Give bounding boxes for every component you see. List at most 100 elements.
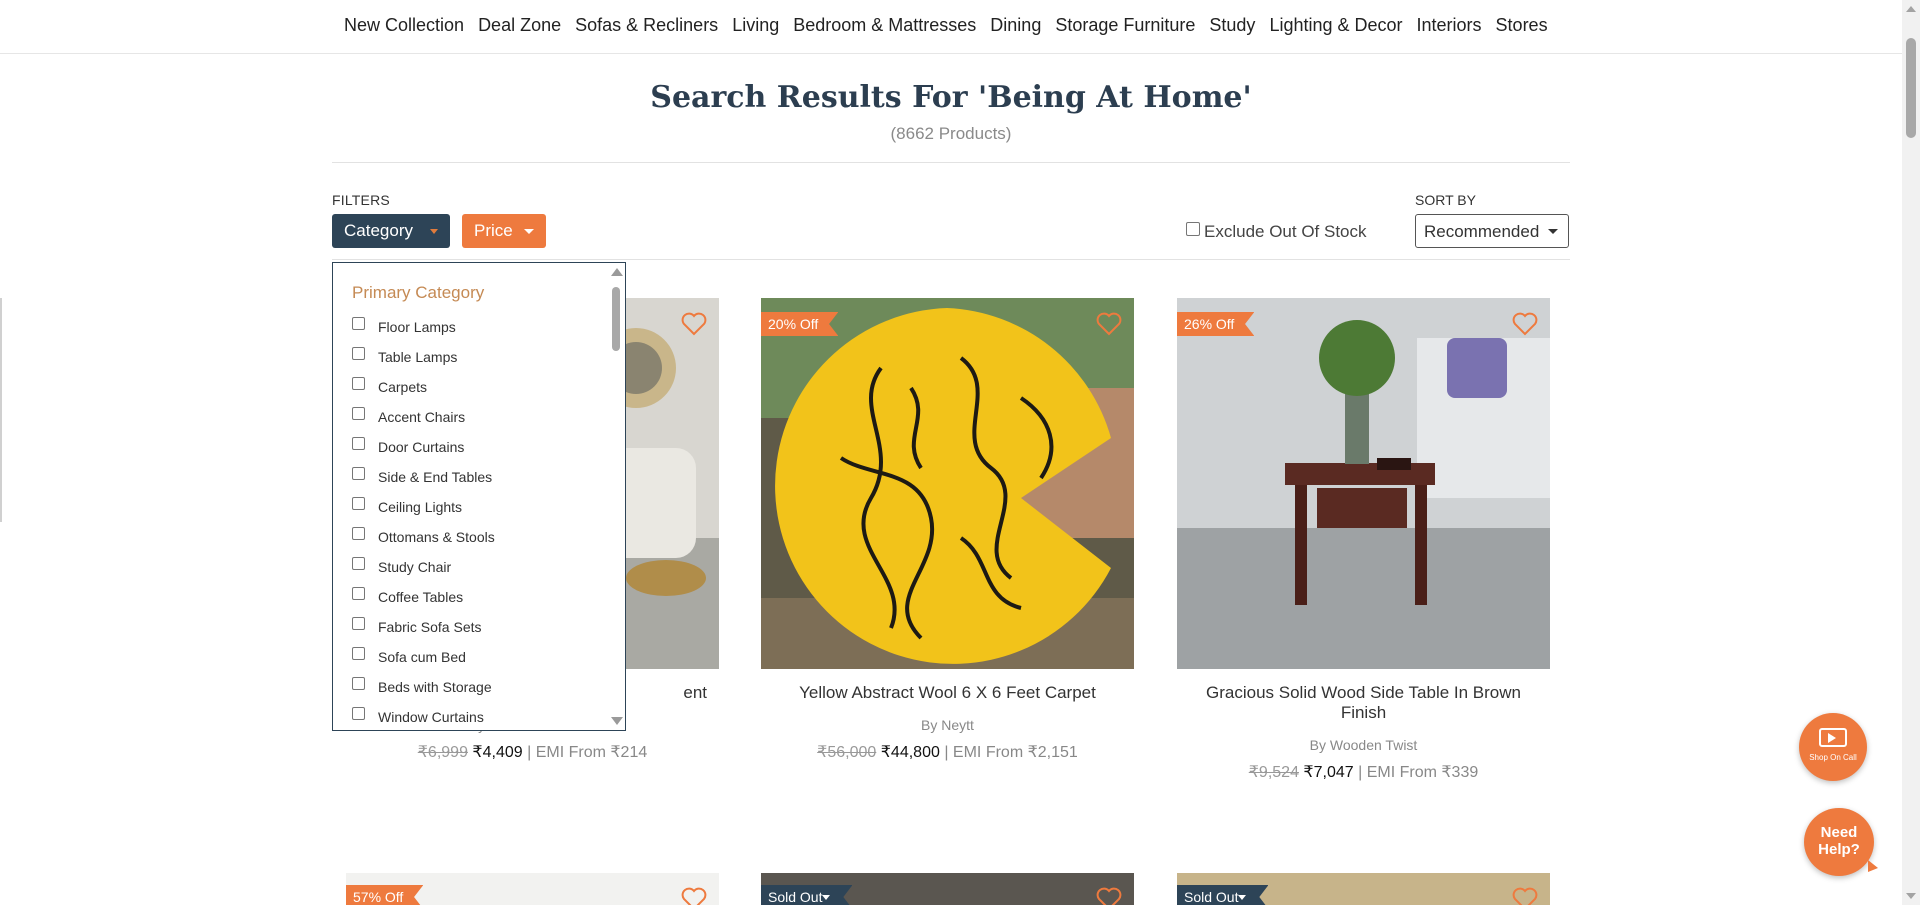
product-image[interactable]: 57% Off bbox=[346, 873, 719, 905]
category-option[interactable]: Accent Chairs bbox=[352, 407, 495, 437]
sort-select[interactable]: Recommended bbox=[1415, 214, 1569, 248]
category-checkbox[interactable] bbox=[352, 437, 365, 450]
product-card[interactable]: 26% Off Gracious Solid Wood Side Table I… bbox=[1177, 298, 1550, 782]
scroll-down-arrow-icon[interactable] bbox=[611, 717, 623, 725]
scrollbar-thumb[interactable] bbox=[612, 287, 620, 351]
nav-item[interactable]: Dining bbox=[983, 12, 1048, 38]
product-name[interactable]: Yellow Abstract Wool 6 X 6 Feet Carpet bbox=[761, 683, 1134, 703]
category-option[interactable]: Floor Lamps bbox=[352, 317, 495, 347]
category-option-label: Accent Chairs bbox=[378, 409, 466, 425]
chevron-down-icon bbox=[1548, 229, 1558, 234]
need-help-button[interactable]: Need Help? bbox=[1804, 808, 1878, 876]
scroll-up-arrow-icon[interactable] bbox=[1906, 6, 1916, 12]
category-option[interactable]: Beds with Storage bbox=[352, 677, 495, 707]
sort-value: Recommended bbox=[1424, 222, 1540, 241]
category-option-label: Door Curtains bbox=[378, 439, 465, 455]
product-image[interactable]: 26% Off bbox=[1177, 298, 1550, 669]
category-checkbox[interactable] bbox=[352, 557, 365, 570]
sold-out-badge[interactable]: Sold Out bbox=[1177, 885, 1269, 905]
scroll-down-arrow-icon[interactable] bbox=[1906, 893, 1916, 899]
nav-item[interactable]: Living bbox=[725, 12, 786, 38]
nav-item[interactable]: Interiors bbox=[1410, 12, 1489, 38]
category-checkbox[interactable] bbox=[352, 647, 365, 660]
product-card[interactable]: Sold Out bbox=[1177, 873, 1550, 905]
dropdown-scrollbar[interactable] bbox=[608, 263, 625, 730]
product-mrp: ₹9,524 bbox=[1248, 764, 1299, 781]
category-checkbox[interactable] bbox=[352, 377, 365, 390]
product-image[interactable]: 20% Off bbox=[761, 298, 1134, 669]
category-option-label: Floor Lamps bbox=[378, 319, 456, 335]
category-option[interactable]: Carpets bbox=[352, 377, 495, 407]
heart-icon[interactable] bbox=[1096, 887, 1122, 905]
category-checkbox[interactable] bbox=[352, 407, 365, 420]
page-title: Search Results For 'Being At Home' bbox=[650, 80, 1252, 115]
product-brand: By Wooden Twist bbox=[1309, 737, 1418, 753]
nav-item[interactable]: Sofas & Recliners bbox=[568, 12, 725, 38]
nav-list: New Collection Deal Zone Sofas & Recliners… bbox=[337, 12, 1555, 38]
nav-item[interactable]: Stores bbox=[1489, 12, 1555, 38]
nav-item[interactable]: Study bbox=[1202, 12, 1262, 38]
product-price: ₹6,999 ₹4,409 | EMI From ₹214 bbox=[346, 742, 719, 762]
category-option[interactable]: Door Curtains bbox=[352, 437, 495, 467]
category-option[interactable]: Coffee Tables bbox=[352, 587, 495, 617]
product-image[interactable]: Sold Out bbox=[761, 873, 1134, 905]
category-checkbox[interactable] bbox=[352, 497, 365, 510]
product-brand: By Neytt bbox=[921, 717, 974, 733]
product-card[interactable]: 57% Off bbox=[346, 873, 719, 905]
nav-item[interactable]: Deal Zone bbox=[471, 12, 568, 38]
category-option[interactable]: Table Lamps bbox=[352, 347, 495, 377]
category-dropdown[interactable]: Primary Category Floor Lamps Table Lamps C… bbox=[332, 262, 626, 731]
page-scrollbar[interactable] bbox=[1902, 0, 1920, 905]
price-filter-button[interactable]: Price bbox=[462, 214, 546, 248]
category-option[interactable]: Fabric Sofa Sets bbox=[352, 617, 495, 647]
category-option[interactable]: Ceiling Lights bbox=[352, 497, 495, 527]
exclude-out-of-stock-label: Exclude Out Of Stock bbox=[1204, 222, 1367, 241]
heart-icon[interactable] bbox=[1096, 312, 1122, 336]
category-checkbox[interactable] bbox=[352, 317, 365, 330]
product-emi: | EMI From ₹2,151 bbox=[944, 744, 1078, 761]
nav-item[interactable]: Lighting & Decor bbox=[1262, 12, 1409, 38]
category-checkbox[interactable] bbox=[352, 347, 365, 360]
heart-icon[interactable] bbox=[1512, 887, 1538, 905]
product-mrp: ₹56,000 bbox=[817, 744, 877, 761]
category-option-label: Study Chair bbox=[378, 559, 452, 575]
divider bbox=[332, 162, 1570, 163]
scrollbar-thumb[interactable] bbox=[1906, 38, 1916, 138]
category-option[interactable]: Study Chair bbox=[352, 557, 495, 587]
chevron-down-icon bbox=[524, 229, 534, 234]
nav-item[interactable]: Bedroom & Mattresses bbox=[786, 12, 983, 38]
product-emi: | EMI From ₹214 bbox=[527, 744, 648, 761]
heart-icon[interactable] bbox=[1512, 312, 1538, 336]
product-image[interactable]: Sold Out bbox=[1177, 873, 1550, 905]
product-sale-price: ₹7,047 bbox=[1303, 764, 1354, 781]
category-checkbox[interactable] bbox=[352, 467, 365, 480]
product-card[interactable]: Sold Out bbox=[761, 873, 1134, 905]
category-option[interactable]: Side & End Tables bbox=[352, 467, 495, 497]
product-card[interactable]: 20% Off Yellow Abstract Wool 6 X 6 Feet … bbox=[761, 298, 1134, 762]
category-checkbox[interactable] bbox=[352, 707, 365, 720]
price-filter-label: Price bbox=[474, 221, 513, 240]
heart-icon[interactable] bbox=[681, 887, 707, 905]
exclude-out-of-stock-checkbox[interactable] bbox=[1186, 222, 1200, 236]
category-checkbox[interactable] bbox=[352, 617, 365, 630]
need-help-label: Need Help? bbox=[1818, 824, 1860, 858]
category-option[interactable]: Ottomans & Stools bbox=[352, 527, 495, 557]
category-checkbox[interactable] bbox=[352, 527, 365, 540]
category-option[interactable]: Window Curtains bbox=[352, 707, 495, 730]
sold-out-badge[interactable]: Sold Out bbox=[761, 885, 853, 905]
category-checkbox[interactable] bbox=[352, 587, 365, 600]
nav-item[interactable]: Storage Furniture bbox=[1048, 12, 1202, 38]
shop-on-call-button[interactable]: Shop On Call bbox=[1799, 713, 1867, 781]
product-name[interactable]: Gracious Solid Wood Side Table In Brown … bbox=[1177, 683, 1550, 723]
category-option[interactable]: Sofa cum Bed bbox=[352, 647, 495, 677]
scroll-up-arrow-icon[interactable] bbox=[611, 268, 623, 276]
category-checkbox[interactable] bbox=[352, 677, 365, 690]
heart-icon[interactable] bbox=[681, 312, 707, 336]
video-camera-icon bbox=[1819, 728, 1847, 747]
nav-item[interactable]: New Collection bbox=[337, 12, 471, 38]
dropdown-pointer bbox=[362, 248, 380, 258]
discount-badge: 26% Off bbox=[1177, 312, 1255, 336]
exclude-out-of-stock-toggle[interactable]: Exclude Out Of Stock bbox=[1186, 222, 1367, 242]
category-filter-button[interactable]: Category bbox=[332, 214, 450, 258]
category-option-label: Fabric Sofa Sets bbox=[378, 619, 482, 635]
